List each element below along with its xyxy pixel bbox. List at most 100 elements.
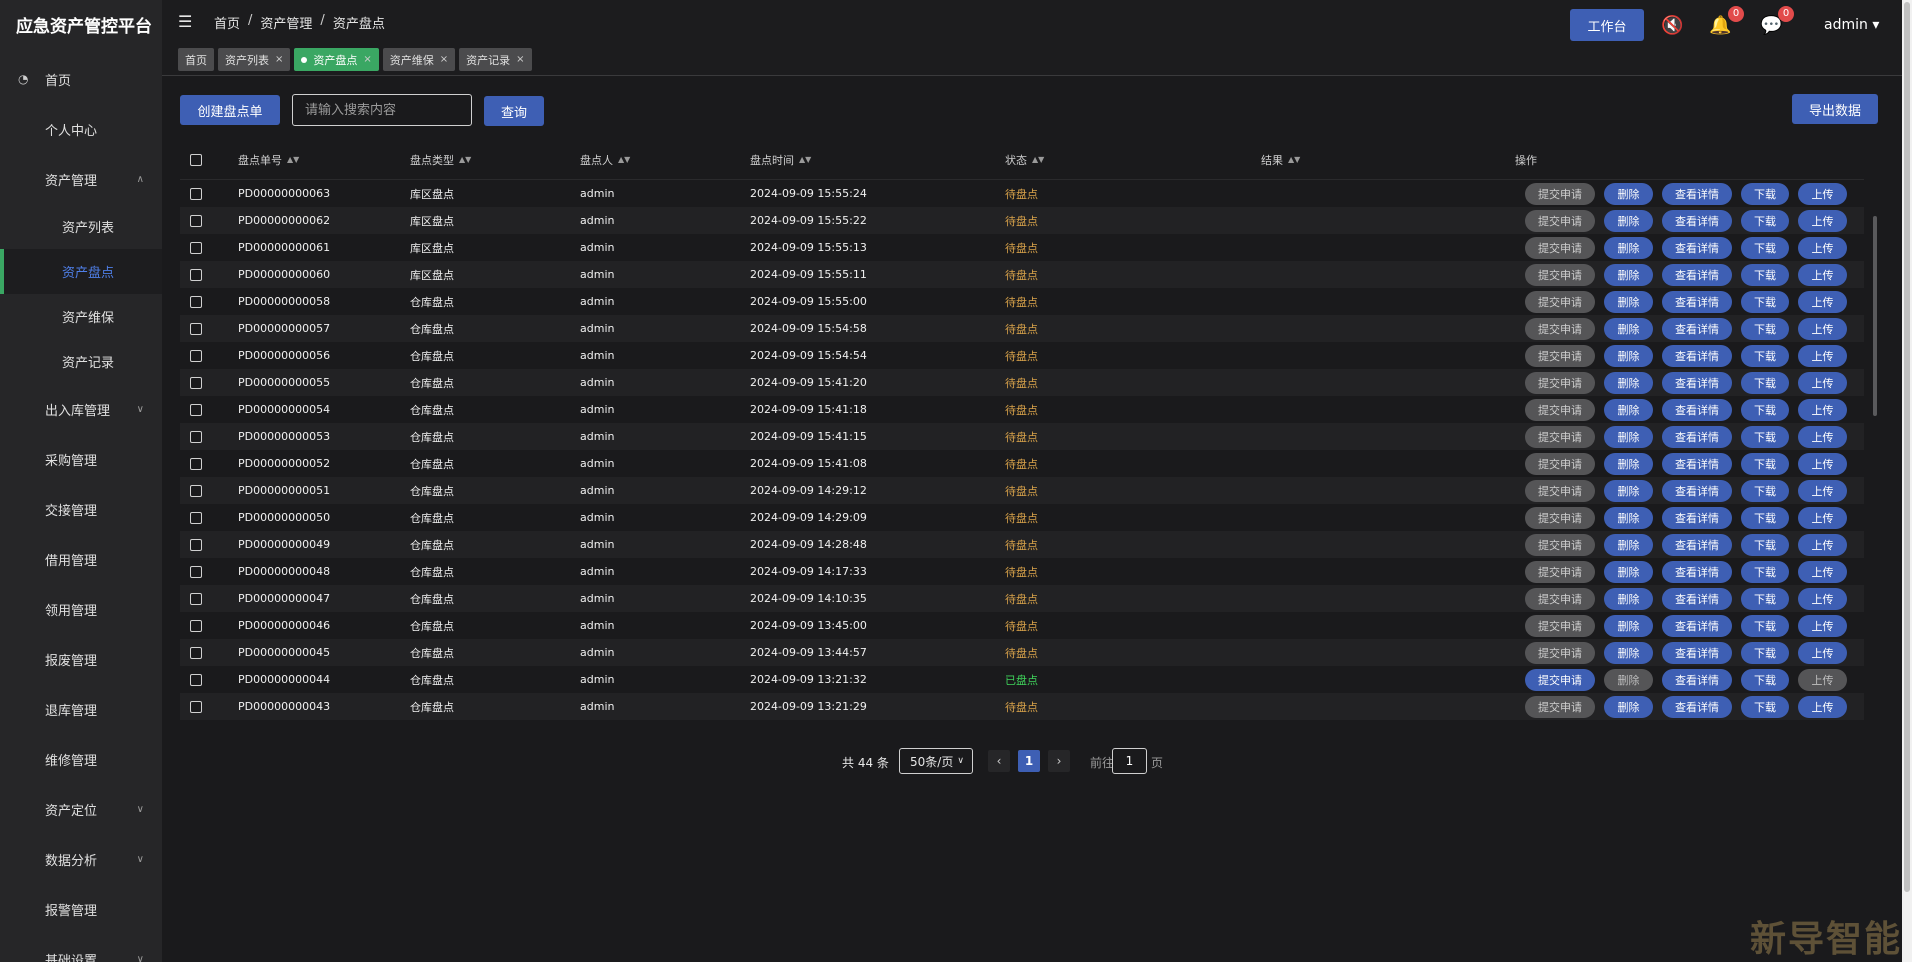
row-checkbox[interactable]: [190, 646, 202, 659]
delete-button[interactable]: 删除: [1604, 398, 1653, 421]
page-size-select[interactable]: 50条/页 ∨: [899, 748, 973, 774]
submit-request-button[interactable]: 提交申请: [1525, 587, 1595, 610]
export-data-button[interactable]: 导出数据: [1792, 94, 1878, 124]
row-checkbox[interactable]: [190, 241, 202, 254]
download-button[interactable]: 下载: [1741, 587, 1789, 610]
upload-button[interactable]: 上传: [1798, 182, 1847, 205]
submit-request-button[interactable]: 提交申请: [1525, 668, 1595, 691]
upload-button[interactable]: 上传: [1798, 344, 1847, 367]
view-detail-button[interactable]: 查看详情: [1662, 587, 1732, 610]
delete-button[interactable]: 删除: [1604, 587, 1653, 610]
row-checkbox[interactable]: [190, 430, 202, 443]
col-result[interactable]: 结果 ▲▼: [1261, 152, 1515, 168]
view-detail-button[interactable]: 查看详情: [1662, 182, 1732, 205]
page-tab[interactable]: 首页: [178, 48, 214, 71]
sort-icon[interactable]: ▲▼: [287, 155, 299, 164]
breadcrumb-asset-management[interactable]: 资产管理: [260, 13, 312, 32]
row-checkbox[interactable]: [190, 565, 202, 578]
upload-button[interactable]: 上传: [1798, 560, 1847, 583]
sort-icon[interactable]: ▲▼: [459, 155, 471, 164]
sidebar-item[interactable]: 数据分析 ∨: [0, 834, 162, 884]
delete-button[interactable]: 删除: [1604, 263, 1653, 286]
sidebar-item[interactable]: 维修管理: [0, 734, 162, 784]
select-all-checkbox[interactable]: [190, 153, 202, 166]
download-button[interactable]: 下载: [1741, 425, 1789, 448]
delete-button[interactable]: 删除: [1604, 533, 1653, 556]
view-detail-button[interactable]: 查看详情: [1662, 290, 1732, 313]
submit-request-button[interactable]: 提交申请: [1525, 452, 1595, 475]
delete-button[interactable]: 删除: [1604, 236, 1653, 259]
upload-button[interactable]: 上传: [1798, 317, 1847, 340]
delete-button[interactable]: 删除: [1604, 479, 1653, 502]
sidebar-item[interactable]: 资产定位 ∨: [0, 784, 162, 834]
col-inventory-type[interactable]: 盘点类型 ▲▼: [410, 152, 580, 168]
page-number-button[interactable]: 1: [1018, 750, 1040, 772]
upload-button[interactable]: 上传: [1798, 641, 1847, 664]
sidebar-item[interactable]: 基础设置 ∨: [0, 934, 162, 962]
submit-request-button[interactable]: 提交申请: [1525, 479, 1595, 502]
row-checkbox[interactable]: [190, 511, 202, 524]
sidebar-item[interactable]: 报废管理: [0, 634, 162, 684]
sidebar-subitem[interactable]: 资产维保: [0, 294, 162, 339]
row-checkbox[interactable]: [190, 295, 202, 308]
sidebar-item[interactable]: 出入库管理 ∨: [0, 384, 162, 434]
view-detail-button[interactable]: 查看详情: [1662, 641, 1732, 664]
submit-request-button[interactable]: 提交申请: [1525, 236, 1595, 259]
delete-button[interactable]: 删除: [1604, 371, 1653, 394]
sidebar-subitem[interactable]: 资产盘点: [0, 249, 162, 294]
download-button[interactable]: 下载: [1741, 695, 1789, 718]
user-menu[interactable]: admin ▾: [1824, 17, 1879, 33]
download-button[interactable]: 下载: [1741, 209, 1789, 232]
submit-request-button[interactable]: 提交申请: [1525, 533, 1595, 556]
sort-icon[interactable]: ▲▼: [1032, 155, 1044, 164]
download-button[interactable]: 下载: [1741, 533, 1789, 556]
sidebar-item[interactable]: 交接管理: [0, 484, 162, 534]
upload-button[interactable]: 上传: [1798, 398, 1847, 421]
col-inventory-person[interactable]: 盘点人 ▲▼: [580, 152, 750, 168]
download-button[interactable]: 下载: [1741, 371, 1789, 394]
sort-icon[interactable]: ▲▼: [618, 155, 630, 164]
delete-button[interactable]: 删除: [1604, 290, 1653, 313]
view-detail-button[interactable]: 查看详情: [1662, 344, 1732, 367]
row-checkbox[interactable]: [190, 349, 202, 362]
sidebar-item[interactable]: 个人中心: [0, 104, 162, 154]
view-detail-button[interactable]: 查看详情: [1662, 614, 1732, 637]
submit-request-button[interactable]: 提交申请: [1525, 209, 1595, 232]
download-button[interactable]: 下载: [1741, 182, 1789, 205]
delete-button[interactable]: 删除: [1604, 668, 1653, 691]
view-detail-button[interactable]: 查看详情: [1662, 506, 1732, 529]
view-detail-button[interactable]: 查看详情: [1662, 263, 1732, 286]
page-tab[interactable]: 资产列表 ×: [218, 48, 291, 71]
upload-button[interactable]: 上传: [1798, 479, 1847, 502]
upload-button[interactable]: 上传: [1798, 587, 1847, 610]
close-icon[interactable]: ×: [516, 54, 524, 65]
speaker-mute-icon[interactable]: 🔇: [1661, 15, 1683, 36]
view-detail-button[interactable]: 查看详情: [1662, 425, 1732, 448]
upload-button[interactable]: 上传: [1798, 614, 1847, 637]
submit-request-button[interactable]: 提交申请: [1525, 371, 1595, 394]
download-button[interactable]: 下载: [1741, 668, 1789, 691]
download-button[interactable]: 下载: [1741, 614, 1789, 637]
row-checkbox[interactable]: [190, 187, 202, 200]
page-tab[interactable]: 资产盘点 ×: [294, 48, 379, 71]
download-button[interactable]: 下载: [1741, 506, 1789, 529]
row-checkbox[interactable]: [190, 268, 202, 281]
view-detail-button[interactable]: 查看详情: [1662, 236, 1732, 259]
search-input[interactable]: [292, 94, 472, 126]
sidebar-item[interactable]: ◔ 首页: [0, 54, 162, 104]
upload-button[interactable]: 上传: [1798, 452, 1847, 475]
download-button[interactable]: 下载: [1741, 560, 1789, 583]
view-detail-button[interactable]: 查看详情: [1662, 317, 1732, 340]
bell-icon[interactable]: 🔔: [1709, 15, 1731, 36]
download-button[interactable]: 下载: [1741, 236, 1789, 259]
upload-button[interactable]: 上传: [1798, 236, 1847, 259]
view-detail-button[interactable]: 查看详情: [1662, 479, 1732, 502]
row-checkbox[interactable]: [190, 673, 202, 686]
row-checkbox[interactable]: [190, 214, 202, 227]
goto-page-input[interactable]: [1112, 748, 1147, 774]
submit-request-button[interactable]: 提交申请: [1525, 317, 1595, 340]
page-scrollbar[interactable]: [1902, 0, 1912, 962]
upload-button[interactable]: 上传: [1798, 263, 1847, 286]
row-checkbox[interactable]: [190, 538, 202, 551]
download-button[interactable]: 下载: [1741, 317, 1789, 340]
